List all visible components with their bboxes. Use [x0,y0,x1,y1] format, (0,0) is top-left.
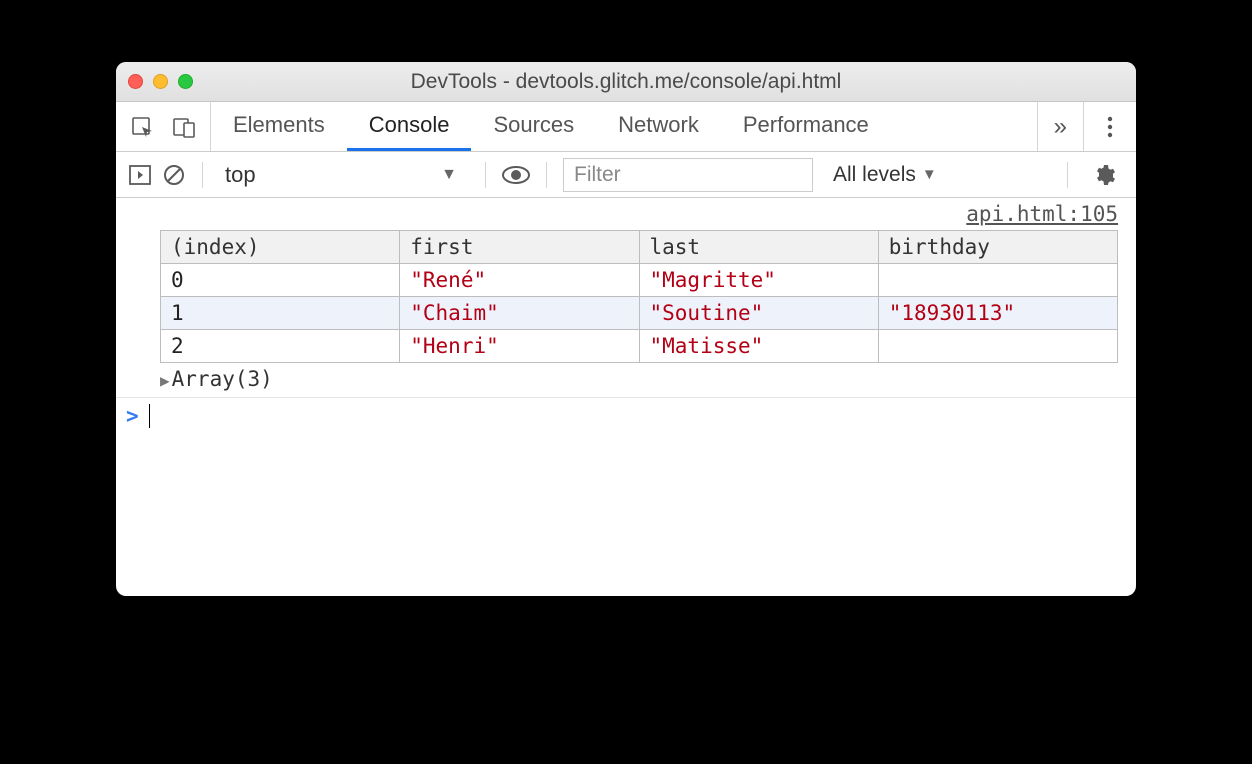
expand-triangle-icon[interactable]: ▶ [160,371,170,390]
levels-label: All levels [833,163,916,187]
source-link[interactable]: api.html:105 [116,198,1136,228]
filter-input[interactable] [564,159,812,191]
tab-list: Elements Console Sources Network Perform… [211,102,1037,151]
live-expression-icon[interactable] [502,165,530,185]
table-row: 1 "Chaim" "Soutine" "18930113" [161,297,1118,330]
cell-index: 2 [161,330,400,363]
cell-first: "René" [400,264,639,297]
console-settings-icon[interactable] [1084,163,1124,187]
col-index[interactable]: (index) [161,231,400,264]
chevron-down-icon: ▼ [922,166,937,183]
cell-last: "Magritte" [639,264,878,297]
tab-performance[interactable]: Performance [721,102,891,151]
more-options-button[interactable] [1084,102,1136,151]
devtools-window: DevTools - devtools.glitch.me/console/ap… [116,62,1136,596]
inspect-icons [116,102,211,151]
cell-index: 1 [161,297,400,330]
main-tabbar: Elements Console Sources Network Perform… [116,102,1136,152]
tabs-overflow-button[interactable]: » [1037,102,1084,151]
tab-elements[interactable]: Elements [211,102,347,151]
cell-last: "Soutine" [639,297,878,330]
device-toolbar-icon[interactable] [172,115,196,139]
log-levels-selector[interactable]: All levels ▼ [823,163,947,187]
cell-birthday: "18930113" [878,297,1117,330]
inspect-element-icon[interactable] [130,115,154,139]
window-close-button[interactable] [128,74,143,89]
table-row: 0 "René" "Magritte" [161,264,1118,297]
console-prompt[interactable]: > [116,398,1136,434]
window-title: DevTools - devtools.glitch.me/console/ap… [116,70,1136,94]
cell-first: "Chaim" [400,297,639,330]
tab-console[interactable]: Console [347,102,472,151]
table-header-row: (index) first last birthday [161,231,1118,264]
cell-index: 0 [161,264,400,297]
console-output: api.html:105 (index) first last birthday… [116,198,1136,596]
window-minimize-button[interactable] [153,74,168,89]
context-label: top [225,162,256,188]
separator [1067,162,1068,188]
separator [485,162,486,188]
console-toolbar: top ▼ All levels ▼ [116,152,1136,198]
titlebar: DevTools - devtools.glitch.me/console/ap… [116,62,1136,102]
tab-sources[interactable]: Sources [471,102,596,151]
window-maximize-button[interactable] [178,74,193,89]
context-selector[interactable]: top ▼ [219,160,469,190]
cell-birthday [878,330,1117,363]
cell-first: "Henri" [400,330,639,363]
separator [202,162,203,188]
col-first[interactable]: first [400,231,639,264]
console-table: (index) first last birthday 0 "René" "Ma… [160,230,1118,363]
filter-box[interactable] [563,158,813,192]
array-summary[interactable]: ▶Array(3) [116,365,1136,398]
cell-last: "Matisse" [639,330,878,363]
clear-console-icon[interactable] [162,163,186,187]
chevron-down-icon: ▼ [441,166,463,184]
cell-birthday [878,264,1117,297]
col-birthday[interactable]: birthday [878,231,1117,264]
separator [546,162,547,188]
table-row: 2 "Henri" "Matisse" [161,330,1118,363]
col-last[interactable]: last [639,231,878,264]
toggle-sidebar-icon[interactable] [128,164,152,186]
traffic-lights [128,74,193,89]
tab-network[interactable]: Network [596,102,721,151]
array-summary-text: Array(3) [172,367,273,391]
